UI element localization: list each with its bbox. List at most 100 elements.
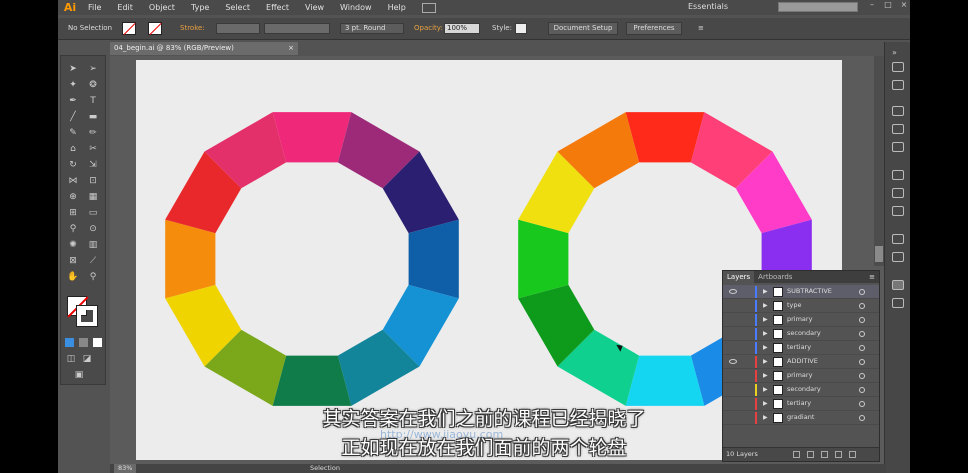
layer-row[interactable]: ▶ primary [723,313,879,327]
subtractive-color-wheel[interactable] [158,105,466,413]
swatches-icon[interactable] [892,106,904,116]
stroke-panel-icon[interactable] [892,170,904,180]
zoom-level[interactable]: 83% [114,464,137,473]
pen-tool-icon[interactable]: ✒ [67,96,79,106]
layer-row[interactable]: ▶ type [723,299,879,313]
layer-row[interactable]: ▶ tertiary [723,341,879,355]
gradient-tool-icon[interactable]: ▭ [87,208,99,218]
tab-artboards[interactable]: Artboards [754,271,796,283]
visibility-eye-icon[interactable] [729,289,737,294]
artboards-panel-icon[interactable] [892,298,904,308]
target-circle-icon[interactable] [859,303,865,309]
stroke-weight-field[interactable] [216,23,260,34]
line-tool-icon[interactable]: ╱ [67,112,79,122]
blend-tool-icon[interactable]: ⊙ [87,224,99,234]
minimize-icon[interactable]: – [864,0,880,12]
workspace-switcher[interactable]: Essentials [688,2,728,11]
control-menu-icon[interactable]: ≡ [698,24,704,32]
eyedropper-icon[interactable]: ⚲ [67,224,79,234]
layer-row[interactable]: ▶ secondary [723,327,879,341]
slice-tool-icon[interactable]: ⟋ [87,256,99,266]
variable-width-profile[interactable] [264,23,330,34]
gradient-mode-icon[interactable] [79,338,88,347]
subtractive-wheel-segment[interactable] [408,219,459,299]
mesh-tool-icon[interactable]: ⊞ [67,208,79,218]
target-circle-icon[interactable] [859,373,865,379]
layer-row[interactable]: ▶ primary [723,369,879,383]
draw-behind-icon[interactable]: ◪ [81,354,93,364]
stroke-color-icon[interactable] [76,305,98,327]
direct-selection-tool-icon[interactable]: ➢ [87,64,99,74]
fill-swatch[interactable] [122,22,136,35]
lasso-icon[interactable]: ❂ [87,80,99,90]
additive-wheel-segment[interactable] [625,355,705,406]
appearance-icon[interactable] [892,234,904,244]
type-tool-icon[interactable]: T [87,96,99,106]
panel-menu-icon[interactable]: ≡ [865,271,879,283]
hand-tool-icon[interactable]: ✋ [67,272,79,282]
brush-definition[interactable]: 3 pt. Round [340,23,404,34]
symbol-sprayer-icon[interactable]: ✺ [67,240,79,250]
scrollbar-thumb[interactable] [875,246,883,262]
layer-row[interactable]: ▶ secondary [723,383,879,397]
shape-builder-icon[interactable]: ⊕ [67,192,79,202]
opacity-field[interactable]: 100% [444,23,480,34]
color-panel-icon[interactable] [892,62,904,72]
expand-arrow-icon[interactable]: ▶ [763,383,768,396]
close-icon[interactable]: × [896,0,910,12]
subtractive-wheel-segment[interactable] [165,219,216,299]
arrange-documents-icon[interactable] [421,2,436,13]
blob-brush-icon[interactable]: ⌂ [67,144,79,154]
target-circle-icon[interactable] [859,359,865,365]
close-tab-icon[interactable]: × [288,44,294,52]
pencil-icon[interactable]: ✏ [87,128,99,138]
graphic-style-swatch[interactable] [515,23,527,34]
preferences-button[interactable]: Preferences [626,22,682,35]
subtractive-wheel-segment[interactable] [272,112,352,163]
menu-select[interactable]: Select [217,3,258,12]
menu-view[interactable]: View [297,3,332,12]
menu-edit[interactable]: Edit [109,3,141,12]
subtractive-wheel-segment[interactable] [272,355,352,406]
artboard-tool-icon[interactable]: ⊠ [67,256,79,266]
expand-arrow-icon[interactable]: ▶ [763,313,768,326]
layers-panel-icon[interactable] [892,280,904,290]
tab-layers[interactable]: Layers [723,271,755,283]
magic-wand-icon[interactable]: ✦ [67,80,79,90]
column-graph-icon[interactable]: ▥ [87,240,99,250]
none-mode-icon[interactable] [93,338,102,347]
expand-arrow-icon[interactable]: ▶ [763,355,768,368]
screen-mode-icon[interactable]: ▣ [73,370,85,380]
maximize-icon[interactable]: □ [880,0,896,12]
opacity-label[interactable]: Opacity: [414,24,443,32]
transparency-icon[interactable] [892,206,904,216]
width-tool-icon[interactable]: ⋈ [67,176,79,186]
color-mode-icon[interactable] [65,338,74,347]
target-circle-icon[interactable] [859,387,865,393]
menu-file[interactable]: File [80,3,109,12]
zoom-tool-icon[interactable]: ⚲ [87,272,99,282]
additive-wheel-segment[interactable] [518,219,569,299]
vertical-scrollbar[interactable] [874,56,884,266]
rectangle-tool-icon[interactable]: ▬ [87,112,99,122]
search-input[interactable] [778,2,858,12]
scissors-icon[interactable]: ✂ [87,144,99,154]
expand-arrow-icon[interactable]: ▶ [763,369,768,382]
paintbrush-icon[interactable]: ✎ [67,128,79,138]
target-circle-icon[interactable] [859,317,865,323]
brushes-icon[interactable] [892,124,904,134]
additive-wheel-segment[interactable] [625,112,705,163]
free-transform-icon[interactable]: ⊡ [87,176,99,186]
expand-arrow-icon[interactable]: ▶ [763,341,768,354]
rotate-tool-icon[interactable]: ↻ [67,160,79,170]
layer-row[interactable]: ▶ SUBTRACTIVE [723,285,879,299]
menu-object[interactable]: Object [141,3,183,12]
stroke-swatch[interactable] [148,22,162,35]
expand-arrow-icon[interactable]: ▶ [763,285,768,298]
symbols-icon[interactable] [892,142,904,152]
gradient-panel-icon[interactable] [892,188,904,198]
color-guide-icon[interactable] [892,80,904,90]
graphic-styles-icon[interactable] [892,252,904,262]
document-setup-button[interactable]: Document Setup [548,22,618,35]
target-circle-icon[interactable] [859,345,865,351]
